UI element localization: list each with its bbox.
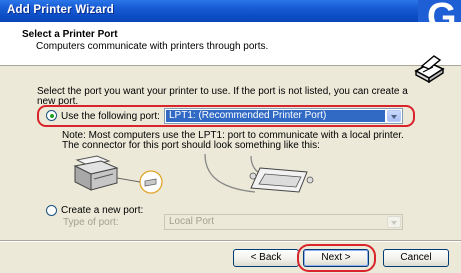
wizard-header: Select a Printer Port Computers communic… [0,22,461,83]
header-subtitle: Computers communicate with printers thro… [36,41,269,52]
port-select-value: LPT1: (Recommended Printer Port) [166,110,385,122]
next-button[interactable]: Next > [303,249,369,267]
create-port-label[interactable]: Create a new port: [61,205,143,216]
parallel-connector-icon [249,167,314,193]
chevron-down-icon[interactable] [387,110,401,122]
port-select[interactable]: LPT1: (Recommended Printer Port) [164,108,403,124]
printer-icon [414,55,445,83]
create-port-radio[interactable] [46,205,57,216]
printer-connector-illustration [73,153,314,194]
printer-icon [73,155,119,191]
chevron-down-icon [387,216,401,228]
add-printer-wizard-window: Add Printer Wizard G Select a Printer Po… [0,0,461,273]
note-line2: The connector for this port should look … [62,140,320,151]
window-title: Add Printer Wizard [7,4,115,16]
use-port-label[interactable]: Use the following port: [61,111,160,122]
type-of-port-value: Local Port [169,216,215,227]
type-of-port-label: Type of port: [63,217,119,228]
intro-text-line1: Select the port you want your printer to… [37,86,408,97]
type-of-port-select: Local Port [164,214,403,230]
cancel-button[interactable]: Cancel [383,249,449,267]
title-bar[interactable]: Add Printer Wizard [0,0,461,22]
back-button[interactable]: < Back [233,249,299,267]
radio-selected-dot [49,113,54,118]
header-title: Select a Printer Port [22,29,118,40]
bottom-separator [0,240,461,242]
use-port-radio[interactable] [46,110,57,121]
